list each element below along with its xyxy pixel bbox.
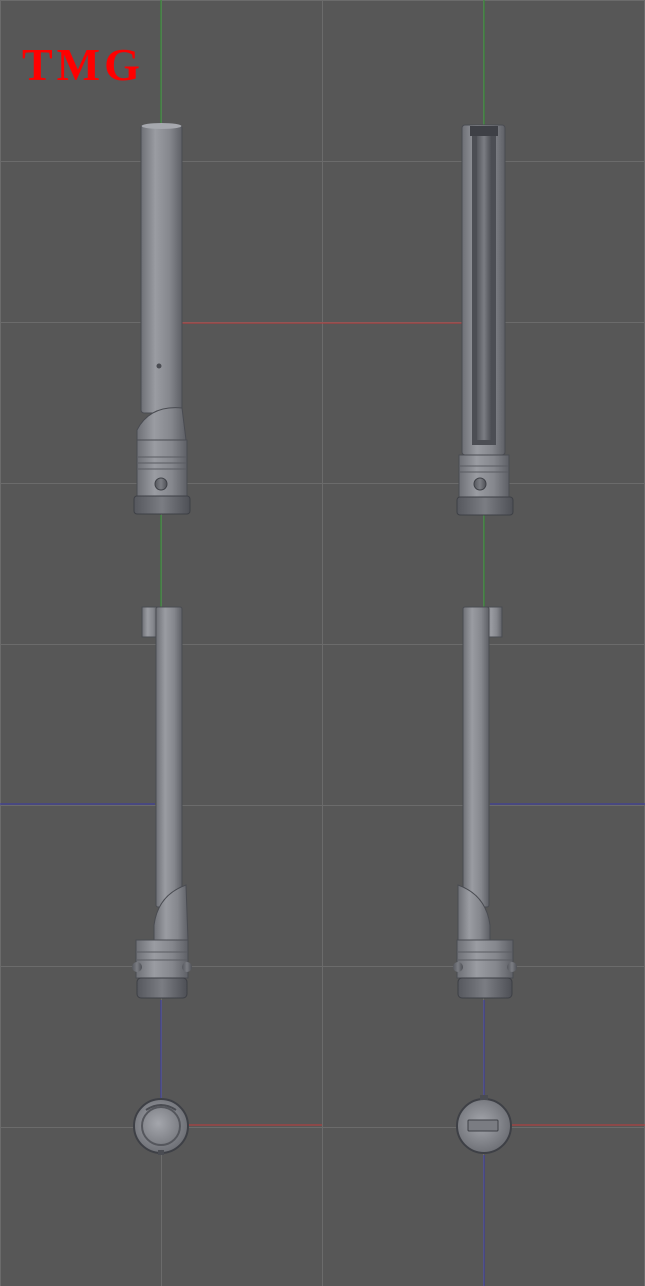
3d-viewport-grid[interactable]: TMG (0, 0, 645, 1286)
model-views-canvas (0, 0, 645, 1286)
flashlight-right-side-view[interactable] (453, 606, 517, 999)
axis-lines (0, 0, 645, 1286)
flashlight-front-view[interactable] (133, 123, 191, 515)
flashlight-bottom-view[interactable] (133, 1098, 189, 1155)
flashlight-top-view[interactable] (456, 1095, 512, 1154)
watermark-logo: TMG (22, 39, 144, 90)
flashlight-left-side-view[interactable] (132, 606, 192, 999)
flashlight-back-cutaway-view[interactable] (456, 124, 514, 516)
